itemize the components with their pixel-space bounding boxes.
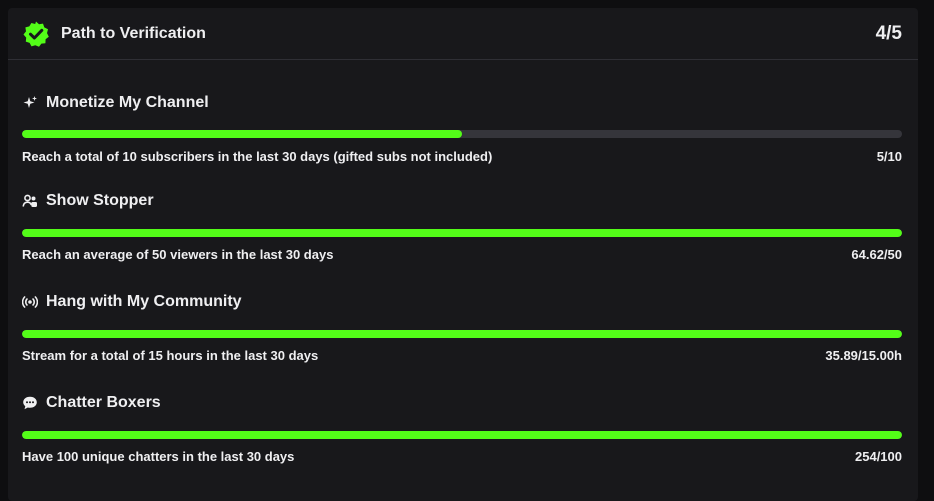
goal-header: Monetize My Channel [22,94,209,112]
goal-title: Monetize My Channel [46,94,209,111]
goal-footer: Have 100 unique chatters in the last 30 … [22,449,902,464]
progress-bar-fill [22,431,902,439]
goal-footer: Reach an average of 50 viewers in the la… [22,247,902,262]
goal-header: Show Stopper [22,192,154,210]
goal-monetize: Monetize My Channel Reach a total of 10 … [22,60,904,164]
goal-chatter-boxers: Chatter Boxers Have 100 unique chatters … [22,363,904,464]
header-left: Path to Verification [22,20,206,48]
panel-header: Path to Verification 4/5 [8,8,918,60]
sparkle-icon [22,95,38,111]
goal-header: Hang with My Community [22,293,242,311]
broadcast-icon [22,294,38,310]
goal-list: Monetize My Channel Reach a total of 10 … [8,60,918,464]
progress-bar [22,130,902,138]
verified-check-icon [22,20,50,48]
progress-bar-fill [22,229,902,237]
goal-title: Show Stopper [46,192,154,209]
goal-description: Have 100 unique chatters in the last 30 … [22,449,295,464]
goal-show-stopper: Show Stopper Reach an average of 50 view… [22,161,904,262]
progress-bar-fill [22,130,462,138]
progress-bar [22,330,902,338]
goal-value: 64.62/50 [851,247,902,262]
chat-bubble-icon [22,395,38,411]
verification-panel: Path to Verification 4/5 Monetize My Cha… [8,8,918,501]
goal-value: 254/100 [855,449,902,464]
goal-description: Reach an average of 50 viewers in the la… [22,247,334,262]
overall-progress: 4/5 [875,22,902,44]
goal-hang-with-community: Hang with My Community Stream for a tota… [22,262,904,363]
progress-bar-fill [22,330,902,338]
progress-bar [22,431,902,439]
goal-footer: Stream for a total of 15 hours in the la… [22,348,902,363]
goal-title: Hang with My Community [46,293,242,310]
goal-header: Chatter Boxers [22,394,161,412]
progress-bar [22,229,902,237]
goal-description: Stream for a total of 15 hours in the la… [22,348,319,363]
goal-title: Chatter Boxers [46,394,161,411]
panel-title: Path to Verification [61,24,206,42]
goal-value: 35.89/15.00h [825,348,902,363]
users-icon [22,193,38,209]
